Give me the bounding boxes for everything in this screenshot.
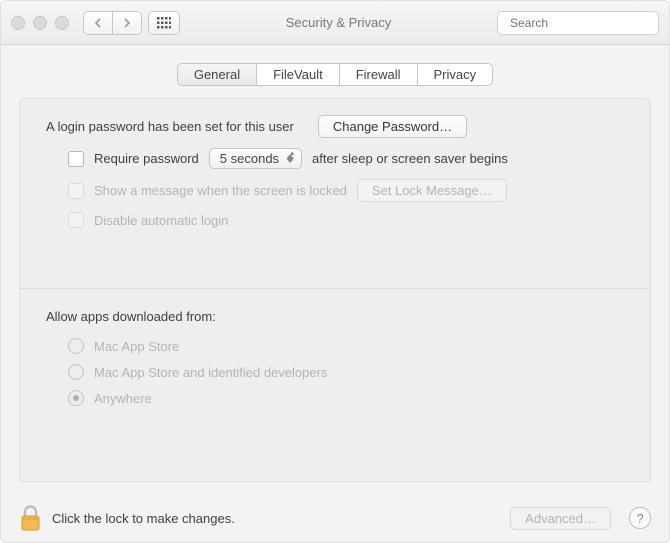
close-window-button[interactable] [11, 16, 25, 30]
lock-icon [19, 504, 42, 532]
radio-anywhere [68, 390, 84, 406]
help-icon: ? [636, 511, 643, 526]
radio-identified-developers-label: Mac App Store and identified developers [94, 365, 327, 380]
login-password-text: A login password has been set for this u… [46, 119, 294, 134]
require-password-label: Require password [94, 151, 199, 166]
require-password-after-label: after sleep or screen saver begins [312, 151, 508, 166]
search-input[interactable] [508, 15, 667, 31]
chevron-right-icon [123, 18, 131, 28]
lock-message: Click the lock to make changes. [52, 511, 235, 526]
tab-segment: General FileVault Firewall Privacy [177, 63, 493, 86]
set-lock-message-button: Set Lock Message… [357, 179, 507, 202]
disable-auto-login-checkbox [68, 212, 84, 228]
radio-mac-app-store [68, 338, 84, 354]
back-button[interactable] [84, 12, 112, 34]
preferences-window: Security & Privacy General FileVault Fir… [0, 0, 670, 543]
tab-privacy[interactable]: Privacy [417, 64, 493, 85]
tab-firewall[interactable]: Firewall [339, 64, 417, 85]
disable-auto-login-label: Disable automatic login [94, 213, 228, 228]
divider [20, 288, 650, 289]
grid-icon [157, 17, 171, 29]
nav-segment [83, 11, 142, 35]
require-password-delay-value: 5 seconds [220, 151, 279, 166]
tab-general[interactable]: General [178, 64, 256, 85]
content-panel: A login password has been set for this u… [19, 98, 651, 482]
tab-filevault[interactable]: FileVault [256, 64, 339, 85]
footer: Click the lock to make changes. Advanced… [1, 494, 669, 542]
change-password-button[interactable]: Change Password… [318, 115, 467, 138]
chevron-left-icon [94, 18, 102, 28]
radio-mac-app-store-label: Mac App Store [94, 339, 179, 354]
radio-anywhere-label: Anywhere [94, 391, 152, 406]
toolbar: Security & Privacy [1, 1, 669, 45]
radio-identified-developers [68, 364, 84, 380]
help-button[interactable]: ? [629, 507, 651, 529]
forward-button[interactable] [112, 12, 141, 34]
search-field[interactable] [497, 11, 659, 35]
advanced-button[interactable]: Advanced… [510, 507, 611, 530]
window-controls [11, 16, 69, 30]
tab-bar: General FileVault Firewall Privacy [1, 63, 669, 86]
window-title: Security & Privacy [186, 15, 491, 30]
minimize-window-button[interactable] [33, 16, 47, 30]
lock-button[interactable] [19, 504, 42, 532]
stepper-icon: ▲▼ [289, 152, 295, 163]
require-password-checkbox[interactable] [68, 151, 84, 167]
allow-apps-header: Allow apps downloaded from: [46, 309, 216, 324]
show-message-label: Show a message when the screen is locked [94, 183, 347, 198]
zoom-window-button[interactable] [55, 16, 69, 30]
show-message-checkbox [68, 183, 84, 199]
require-password-delay-select[interactable]: 5 seconds ▲▼ [209, 148, 302, 169]
show-all-button[interactable] [148, 11, 180, 35]
